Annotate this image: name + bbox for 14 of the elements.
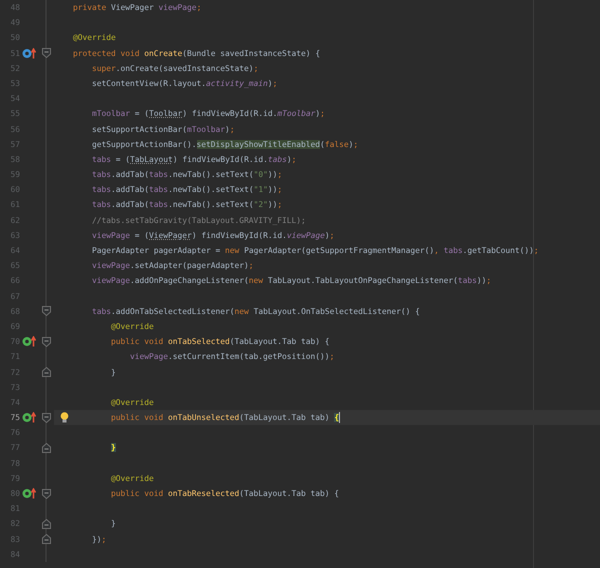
fold-marker-icon[interactable] — [42, 48, 50, 58]
fold-marker-icon[interactable] — [42, 306, 50, 316]
fold-marker-icon[interactable] — [42, 367, 50, 378]
fold-marker-icon[interactable] — [42, 412, 50, 423]
up-arrow-circle-icon[interactable] — [22, 336, 36, 348]
fold-marker-icon[interactable] — [42, 488, 50, 499]
up-arrow-circle-icon[interactable] — [22, 48, 36, 59]
lightbulb-icon[interactable] — [60, 412, 69, 424]
up-arrow-circle-icon[interactable] — [22, 488, 36, 500]
fold-marker-icon[interactable] — [42, 518, 50, 529]
fold-marker-icon[interactable] — [42, 443, 50, 454]
fold-marker-icon[interactable] — [42, 534, 50, 544]
fold-marker-icon[interactable] — [42, 336, 50, 347]
up-arrow-circle-icon[interactable] — [22, 412, 36, 424]
